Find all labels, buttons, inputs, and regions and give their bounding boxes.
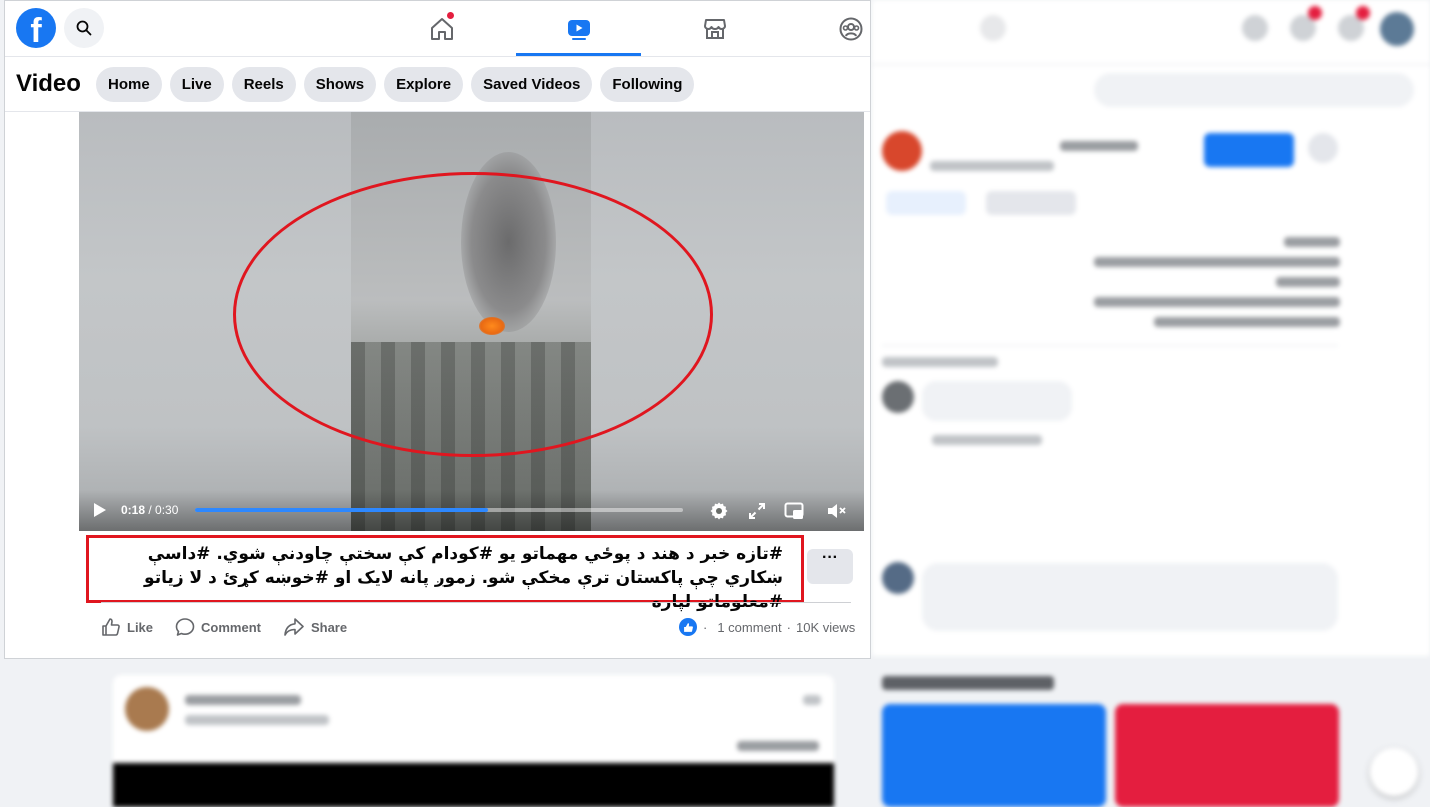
follow-button: [1204, 133, 1294, 167]
thumbs-up-icon: [102, 618, 120, 636]
progress-fill: [195, 508, 488, 512]
badge: [1308, 6, 1322, 20]
marketplace-icon[interactable]: [695, 9, 735, 49]
new-message-button: [1370, 748, 1418, 796]
next-post-avatar: [125, 687, 169, 731]
comments-tab: [986, 191, 1076, 215]
tab-live[interactable]: Live: [169, 67, 224, 102]
next-post-text: [737, 741, 819, 751]
menu-icon: [1242, 15, 1268, 41]
time-readout: 0:18 / 0:30: [121, 503, 178, 517]
commenter-avatar: [882, 381, 914, 413]
next-post-video: [113, 763, 834, 807]
notification-dot: [446, 11, 455, 20]
tab-explore[interactable]: Explore: [384, 67, 464, 102]
next-post: [113, 675, 834, 807]
progress-bar[interactable]: [195, 508, 683, 512]
comment-meta: [932, 435, 1042, 445]
separator-dot: ·: [786, 619, 791, 635]
post-date: [930, 161, 1054, 171]
comments-panel: [872, 64, 1430, 656]
separator-dot: ·: [703, 619, 708, 635]
video-watch-panel: f Video Home Live Reels Shows Explore Sa…: [4, 0, 871, 659]
tab-shows[interactable]: Shows: [303, 67, 377, 102]
explore-title: [882, 676, 1054, 690]
text-line: [1284, 237, 1340, 247]
search-videos-placeholder: [1094, 73, 1414, 107]
home-icon[interactable]: [422, 9, 462, 49]
like-label: Like: [127, 619, 154, 635]
more-options-button[interactable]: ···: [807, 549, 853, 584]
video-tabs: Home Live Reels Shows Explore Saved Vide…: [96, 67, 695, 102]
comment-count[interactable]: 1 comment: [717, 620, 781, 635]
duration: 0:30: [155, 503, 179, 517]
tab-reels[interactable]: Reels: [231, 67, 296, 102]
time-separator: /: [145, 503, 156, 517]
view-count: 10K views: [796, 619, 856, 635]
play-icon[interactable]: [93, 502, 107, 523]
explore-home-tile: [882, 704, 1106, 807]
my-avatar: [882, 562, 914, 594]
video-player[interactable]: 0:18 / 0:30: [79, 112, 864, 531]
share-button[interactable]: Share: [283, 617, 347, 637]
overview-tab: [886, 191, 966, 215]
mute-icon[interactable]: [825, 499, 849, 523]
page-title: Video: [16, 70, 81, 97]
next-post-date: [185, 715, 329, 725]
current-time: 0:18: [121, 503, 146, 517]
post-stats: · 1 comment · 10K views: [679, 613, 855, 641]
settings-gear-icon[interactable]: [707, 499, 731, 523]
badge: [1356, 6, 1370, 20]
tab-saved-videos[interactable]: Saved Videos: [471, 67, 593, 102]
highlight-circle: [233, 172, 713, 457]
text-line: [1094, 257, 1340, 267]
comment-input-placeholder: [922, 563, 1338, 631]
comment-icon: [175, 618, 195, 636]
text-line: [1154, 317, 1340, 327]
top-navigation: f: [5, 1, 870, 57]
next-post-author: [185, 695, 301, 705]
fullscreen-icon[interactable]: [745, 499, 769, 523]
tab-home[interactable]: Home: [96, 67, 162, 102]
comment-label: Comment: [201, 619, 261, 635]
text-line: [1094, 297, 1340, 307]
active-tab-indicator: [516, 53, 641, 56]
next-post-more: [803, 695, 821, 705]
all-comments-label: [882, 357, 998, 367]
share-icon: [284, 618, 304, 636]
post-caption-highlight: #تازه خبر د هند د پوځي مهماتو يو #کودام …: [86, 535, 804, 612]
like-button[interactable]: Like: [101, 617, 153, 637]
comment-button[interactable]: Comment: [175, 617, 261, 637]
share-label: Share: [310, 619, 348, 635]
divider: [101, 602, 851, 603]
search-icon[interactable]: [64, 8, 104, 48]
author-name: [1060, 141, 1138, 151]
comment-bubble: [922, 381, 1072, 421]
video-icon[interactable]: [559, 9, 599, 49]
video-subnav: Video Home Live Reels Shows Explore Save…: [5, 58, 870, 112]
groups-icon[interactable]: [831, 9, 871, 49]
picture-in-picture-icon[interactable]: [782, 499, 806, 523]
post-caption: #تازه خبر د هند د پوځي مهماتو يو #کودام …: [144, 544, 783, 612]
messenger-icon: [980, 15, 1006, 41]
post-actions: Like Comment Share: [101, 613, 369, 641]
player-controls: 0:18 / 0:30: [79, 490, 864, 531]
more-icon: [1308, 133, 1338, 163]
divider: [882, 345, 1338, 346]
facebook-logo[interactable]: f: [16, 8, 56, 48]
like-reaction-icon: [679, 618, 697, 636]
tab-following[interactable]: Following: [600, 67, 695, 102]
explore-live-tile: [1115, 704, 1339, 807]
top-right-bar: [872, 0, 1430, 64]
author-avatar: [882, 131, 922, 171]
text-line: [1276, 277, 1340, 287]
profile-avatar: [1380, 12, 1414, 46]
